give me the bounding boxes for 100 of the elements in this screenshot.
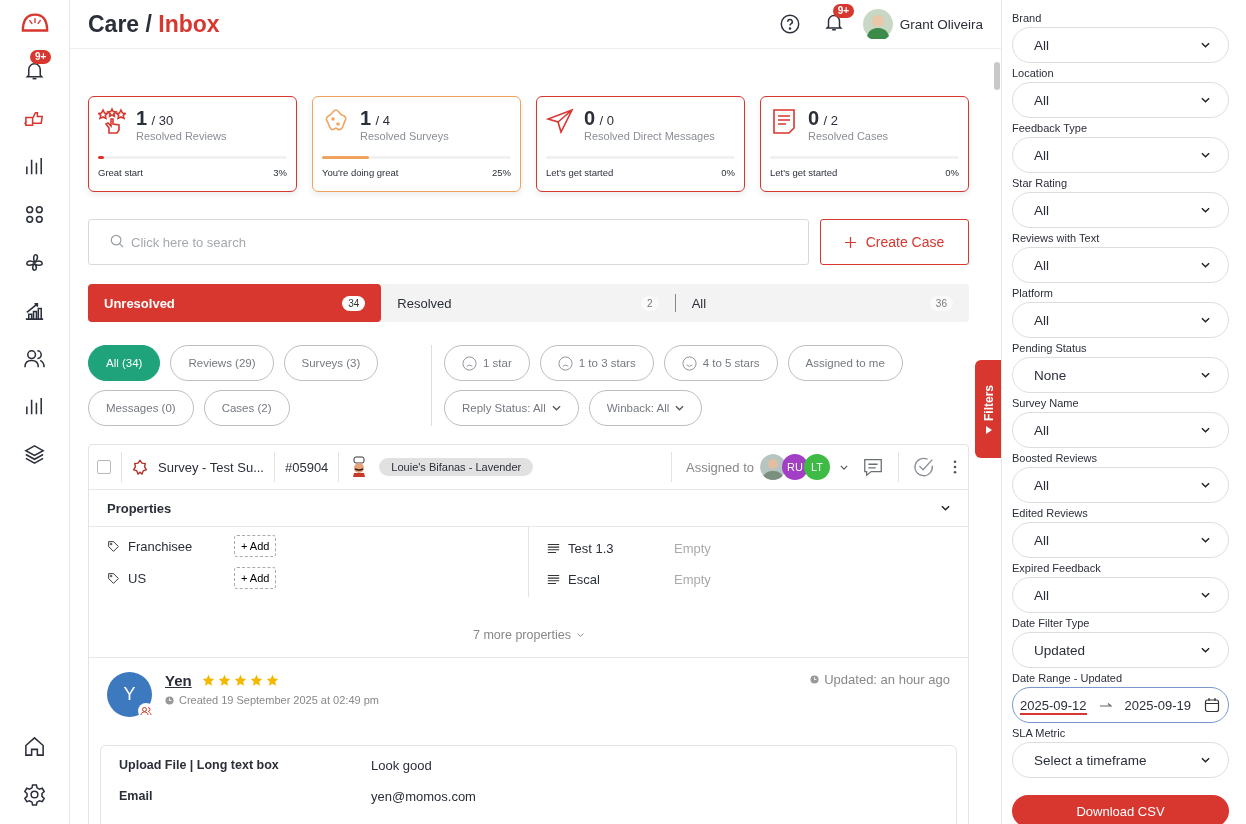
resolved-count: 0 — [584, 107, 596, 129]
updated-time: Updated: an hour ago — [824, 672, 950, 687]
chevron-down-icon — [1201, 372, 1210, 378]
stat-label: Resolved Surveys — [360, 130, 449, 142]
property-label: Escal — [568, 572, 601, 587]
chevron-down-icon — [1201, 757, 1210, 763]
filter-chip[interactable]: Assigned to me — [787, 345, 903, 381]
progress-percent: 25% — [492, 167, 511, 178]
calendar-icon — [1204, 697, 1220, 713]
filter-chip[interactable]: Reviews (29) — [170, 345, 274, 381]
chevron-down-icon — [1201, 537, 1210, 543]
stat-label: Resolved Reviews — [136, 130, 227, 142]
status-tab[interactable]: Unresolved 34 — [88, 284, 382, 322]
filter-select[interactable]: All — [1012, 192, 1229, 228]
filter-select[interactable]: All — [1012, 82, 1229, 118]
create-case-button[interactable]: Create Case — [820, 219, 969, 265]
filter-select[interactable]: Updated — [1012, 632, 1229, 668]
filter-select[interactable]: All — [1012, 247, 1229, 283]
chevron-down-icon — [1201, 427, 1210, 433]
progress-caption: You're doing great — [322, 167, 399, 178]
total-count: / 30 — [151, 113, 174, 128]
user-name[interactable]: Grant Oliveira — [899, 16, 983, 32]
resolved-count: 1 — [360, 107, 372, 129]
count-badge: 2 — [641, 295, 659, 311]
filter-select[interactable]: All — [1012, 27, 1229, 63]
property-label: Test 1.3 — [568, 541, 615, 556]
star-icon — [249, 674, 263, 687]
filter-chip[interactable]: Cases (2) — [203, 390, 290, 426]
total-count: / 4 — [375, 113, 391, 128]
location-tag: Louie's Bifanas - Lavender — [379, 458, 534, 476]
chevron-down-icon — [1201, 152, 1210, 158]
search-field[interactable]: Click here to search — [88, 219, 809, 265]
user-avatar[interactable] — [862, 9, 893, 39]
assignee-avatar[interactable] — [760, 454, 786, 480]
filter-chip[interactable]: 4 to 5 stars — [663, 345, 778, 381]
add-button[interactable]: + Add — [234, 535, 277, 557]
help-icon[interactable] — [778, 13, 801, 35]
filter-select[interactable]: All — [1012, 467, 1229, 503]
status-tab[interactable]: All 36 — [675, 284, 969, 322]
answer-text: yen@momos.com — [371, 789, 476, 806]
count-badge: 36 — [929, 295, 953, 311]
scrollbar-thumb[interactable] — [994, 62, 1000, 90]
sad-face-icon — [462, 355, 477, 371]
properties-title: Properties — [107, 500, 172, 516]
filter-label: Star Rating — [1012, 176, 1069, 190]
filter-select[interactable]: None — [1012, 357, 1229, 393]
more-properties-link[interactable]: 7 more properties — [467, 627, 590, 643]
filter-chip[interactable]: 1 to 3 stars — [539, 345, 654, 381]
filter-dropdown[interactable]: Reply Status: All — [444, 390, 579, 426]
reviewer-name[interactable]: Yen — [165, 672, 192, 689]
filter-label: Date Filter Type — [1012, 616, 1091, 630]
filter-chip[interactable]: 1 star — [444, 345, 530, 381]
filter-select[interactable]: All — [1012, 412, 1229, 448]
filter-select[interactable]: All — [1012, 577, 1229, 613]
clock-icon — [810, 675, 820, 684]
assignee-avatar[interactable]: RU — [782, 454, 808, 480]
tag-icon — [107, 571, 120, 585]
section-title: Care / — [88, 10, 152, 37]
chevron-down-icon[interactable] — [941, 505, 950, 511]
checkbox[interactable] — [97, 460, 111, 474]
filters-tab[interactable]: Filters — [975, 360, 1003, 458]
feedback-title[interactable]: Survey - Test Su... — [158, 459, 264, 475]
plus-icon — [844, 236, 856, 248]
filter-label: Brand — [1012, 11, 1043, 25]
date-range-field[interactable]: 2025-09-12 2025-09-19 — [1012, 687, 1229, 723]
filter-chip[interactable]: Messages (0) — [88, 390, 194, 426]
filter-select[interactable]: All — [1012, 137, 1229, 173]
filter-select[interactable]: All — [1012, 522, 1229, 558]
more-icon[interactable] — [953, 460, 957, 474]
logo-icon[interactable] — [20, 12, 49, 34]
status-tab[interactable]: Resolved 2 — [381, 284, 675, 322]
filter-select[interactable]: Select a timeframe — [1012, 742, 1229, 778]
chevron-down-icon — [551, 405, 561, 411]
chevron-down-icon[interactable] — [840, 464, 848, 470]
filter-dropdown[interactable]: Winback: All — [588, 390, 703, 426]
layers-icon[interactable] — [23, 442, 46, 466]
text-lines-icon — [547, 573, 560, 586]
filter-label: Survey Name — [1012, 396, 1080, 410]
filter-label: Date Range - Updated — [1012, 671, 1124, 685]
filter-label: Location — [1012, 66, 1055, 80]
chevron-down-icon — [1201, 262, 1210, 268]
download-csv-button[interactable]: Download CSV — [1012, 795, 1229, 824]
check-circle-icon[interactable] — [913, 456, 935, 478]
star-icon — [265, 674, 279, 687]
answer-text: Look good — [371, 758, 432, 775]
search-icon — [110, 234, 124, 248]
add-button[interactable]: + Add — [234, 567, 277, 589]
comment-icon[interactable] — [862, 456, 884, 478]
settings-icon[interactable] — [23, 782, 46, 806]
play-icon — [986, 426, 992, 434]
property-label: US — [128, 570, 148, 586]
home-icon[interactable] — [23, 734, 46, 758]
filter-chip[interactable]: Surveys (3) — [283, 345, 379, 381]
filter-select[interactable]: All — [1012, 302, 1229, 338]
filter-label: Edited Reviews — [1012, 506, 1089, 520]
stars-hand-icon — [98, 107, 126, 135]
filter-label: Expired Feedback — [1012, 561, 1102, 575]
chevron-down-icon — [1201, 207, 1210, 213]
property-label: Franchisee — [128, 538, 194, 554]
progress-caption: Let's get started — [546, 167, 614, 178]
